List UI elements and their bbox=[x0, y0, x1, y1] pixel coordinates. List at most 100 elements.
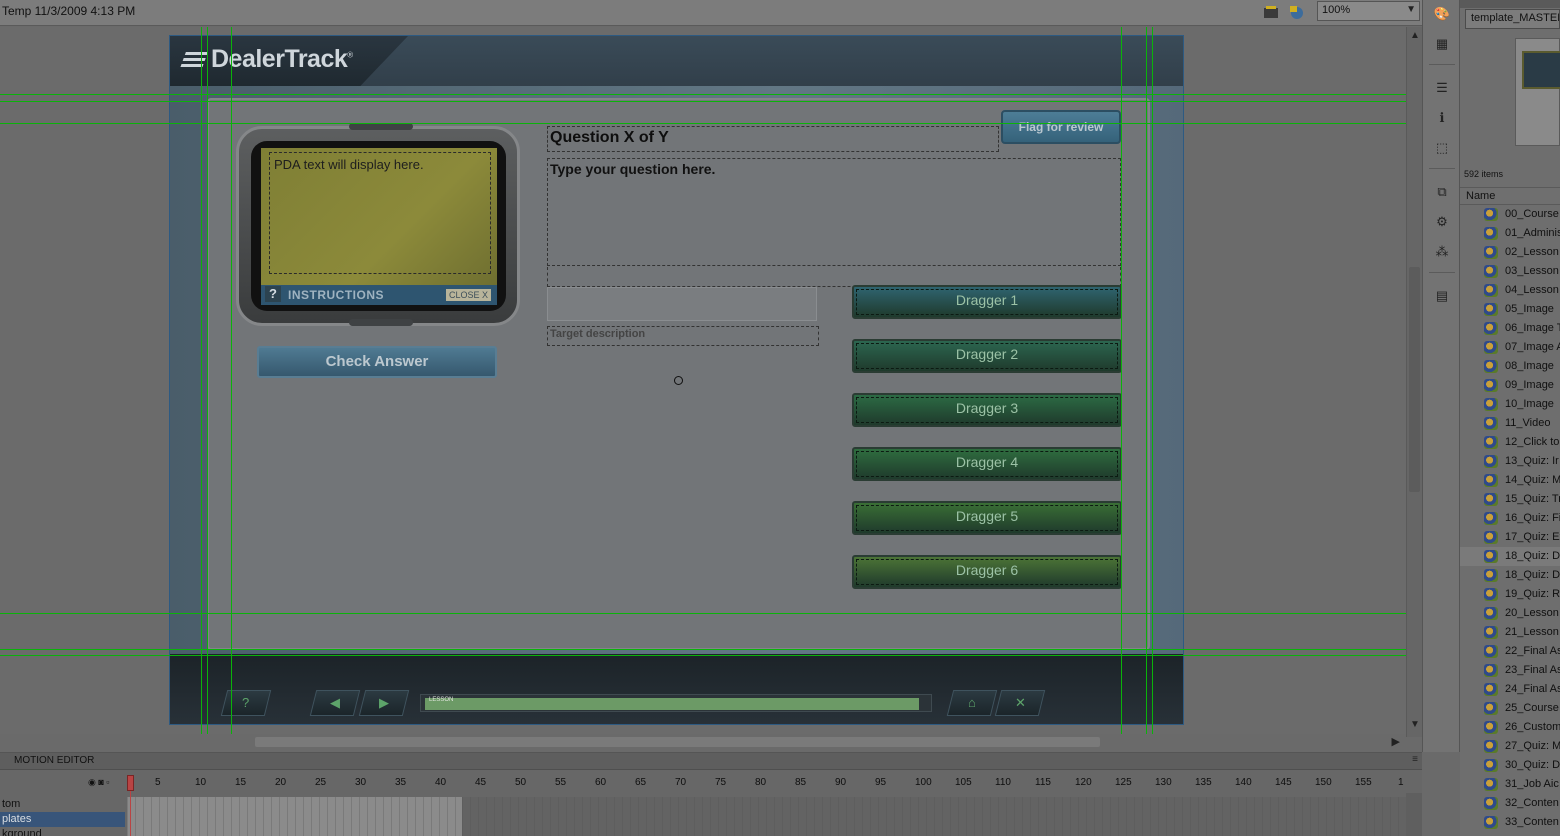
library-item-label: 18_Quiz: D bbox=[1505, 569, 1560, 581]
library-item[interactable]: 32_Conten bbox=[1460, 794, 1560, 813]
library-item[interactable]: 19_Quiz: R bbox=[1460, 585, 1560, 604]
scroll-down-icon[interactable]: ▼ bbox=[1410, 719, 1420, 730]
library-item[interactable]: 02_Lesson bbox=[1460, 243, 1560, 262]
library-item[interactable]: 04_Lesson bbox=[1460, 281, 1560, 300]
next-button[interactable]: ▶ bbox=[358, 690, 410, 716]
library-item[interactable]: 08_Image bbox=[1460, 357, 1560, 376]
library-item[interactable]: 33_Conten bbox=[1460, 813, 1560, 832]
dragger-5[interactable]: Dragger 5 bbox=[852, 501, 1122, 535]
guide-horizontal[interactable] bbox=[0, 94, 1406, 95]
guide-horizontal[interactable] bbox=[0, 655, 1406, 656]
zoom-select[interactable]: 100% ▼ bbox=[1317, 1, 1420, 21]
library-item[interactable]: 18_Quiz: D bbox=[1460, 547, 1560, 566]
library-item[interactable]: 26_Custom bbox=[1460, 718, 1560, 737]
layer-visibility-lock-icons[interactable]: ◉ ◙ ▫ bbox=[88, 777, 109, 788]
frame-ruler[interactable]: 1510152025303540455055606570758085909510… bbox=[125, 774, 1405, 794]
library-item-label: 32_Conten bbox=[1505, 797, 1559, 809]
library-panel-icon[interactable]: ▤ bbox=[1433, 288, 1451, 304]
scroll-thumb[interactable] bbox=[255, 737, 1100, 747]
library-item[interactable]: 25_Course bbox=[1460, 699, 1560, 718]
library-item[interactable]: 16_Quiz: Fi bbox=[1460, 509, 1560, 528]
drop-target[interactable] bbox=[547, 287, 817, 321]
library-item[interactable]: 27_Quiz: M bbox=[1460, 737, 1560, 756]
library-document-select[interactable]: template_MASTER bbox=[1465, 9, 1560, 29]
library-item[interactable]: 23_Final As bbox=[1460, 661, 1560, 680]
library-item[interactable]: 01_Adminis bbox=[1460, 224, 1560, 243]
library-item[interactable]: 11_Video bbox=[1460, 414, 1560, 433]
dragger-6[interactable]: Dragger 6 bbox=[852, 555, 1122, 589]
library-item[interactable]: 09_Image bbox=[1460, 376, 1560, 395]
swatches-grid-icon[interactable]: ▦ bbox=[1433, 36, 1451, 52]
guide-horizontal[interactable] bbox=[0, 649, 1406, 650]
library-item[interactable]: 17_Quiz: Ex bbox=[1460, 528, 1560, 547]
edit-scene-icon[interactable] bbox=[1262, 4, 1282, 20]
library-item[interactable]: 13_Quiz: Ir bbox=[1460, 452, 1560, 471]
library-item[interactable]: 22_Final As bbox=[1460, 642, 1560, 661]
pda-instructions-bar[interactable]: ? INSTRUCTIONS CLOSE X bbox=[261, 285, 497, 305]
dragger-1[interactable]: Dragger 1 bbox=[852, 285, 1122, 319]
align-icon[interactable]: ☰ bbox=[1433, 80, 1451, 96]
timeline-layer[interactable]: kground bbox=[0, 827, 125, 836]
library-item[interactable]: 10_Image bbox=[1460, 395, 1560, 414]
timeline-frames[interactable] bbox=[127, 797, 462, 836]
library-item[interactable]: 24_Final As bbox=[1460, 680, 1560, 699]
scroll-thumb[interactable] bbox=[1409, 267, 1420, 492]
library-column-name[interactable]: Name bbox=[1460, 187, 1560, 205]
dragger-4[interactable]: Dragger 4 bbox=[852, 447, 1122, 481]
help-button[interactable]: ? bbox=[220, 690, 272, 716]
home-button[interactable]: ⌂ bbox=[946, 690, 998, 716]
library-item[interactable]: 03_Lesson bbox=[1460, 262, 1560, 281]
guide-vertical[interactable] bbox=[1121, 27, 1122, 734]
info-icon[interactable]: ℹ bbox=[1433, 110, 1451, 126]
help-icon[interactable]: ? bbox=[265, 286, 281, 302]
guide-vertical[interactable] bbox=[207, 27, 208, 734]
back-button[interactable]: ◀ bbox=[309, 690, 361, 716]
timeline-layer[interactable]: plates bbox=[0, 812, 125, 827]
guide-horizontal[interactable] bbox=[0, 123, 1406, 124]
library-item[interactable]: 21_Lesson bbox=[1460, 623, 1560, 642]
timeline-scrollbar[interactable] bbox=[1406, 793, 1422, 836]
check-answer-button[interactable]: Check Answer bbox=[257, 346, 497, 378]
panel-menu-icon[interactable]: ≡ bbox=[1412, 754, 1418, 765]
playhead-handle[interactable] bbox=[127, 775, 134, 791]
stage-horizontal-scrollbar[interactable]: ▶ bbox=[0, 734, 1406, 750]
library-item[interactable]: 15_Quiz: Tr bbox=[1460, 490, 1560, 509]
library-item[interactable]: 12_Click to bbox=[1460, 433, 1560, 452]
pda-close-button[interactable]: CLOSE X bbox=[445, 289, 491, 301]
library-item[interactable]: 14_Quiz: M bbox=[1460, 471, 1560, 490]
library-item[interactable]: 31_Job Aic bbox=[1460, 775, 1560, 794]
playhead[interactable] bbox=[127, 775, 134, 836]
color-palette-icon[interactable]: 🎨 bbox=[1433, 6, 1451, 22]
actions-script-icon[interactable]: ⧉ bbox=[1433, 184, 1451, 200]
components-icon[interactable]: ⚙ bbox=[1433, 214, 1451, 230]
exit-button[interactable]: ✕ bbox=[994, 690, 1046, 716]
library-item[interactable]: 06_Image T bbox=[1460, 319, 1560, 338]
behaviors-icon[interactable]: ⁂ bbox=[1433, 244, 1451, 260]
dragger-2[interactable]: Dragger 2 bbox=[852, 339, 1122, 373]
guide-horizontal[interactable] bbox=[0, 101, 1406, 102]
instructions-label[interactable]: INSTRUCTIONS bbox=[288, 288, 384, 302]
edit-symbols-icon[interactable] bbox=[1288, 4, 1308, 20]
library-item[interactable]: 05_Image bbox=[1460, 300, 1560, 319]
library-item[interactable]: 07_Image A bbox=[1460, 338, 1560, 357]
dragger-3[interactable]: Dragger 3 bbox=[852, 393, 1122, 427]
frame-number: 70 bbox=[675, 777, 687, 788]
timeline-layer[interactable]: tom bbox=[0, 797, 125, 812]
library-item[interactable]: 00_Course bbox=[1460, 205, 1560, 224]
library-item[interactable]: 18_Quiz: D bbox=[1460, 566, 1560, 585]
scroll-up-icon[interactable]: ▲ bbox=[1410, 30, 1420, 41]
motion-editor-tab[interactable]: MOTION EDITOR ≡ bbox=[0, 753, 1422, 770]
stage-vertical-scrollbar[interactable]: ▲ ▼ bbox=[1406, 27, 1422, 737]
guide-vertical[interactable] bbox=[231, 27, 232, 734]
library-item[interactable]: 30_Quiz: D bbox=[1460, 756, 1560, 775]
guide-vertical[interactable] bbox=[1146, 27, 1147, 734]
guide-horizontal[interactable] bbox=[0, 613, 1406, 614]
guide-vertical[interactable] bbox=[1152, 27, 1153, 734]
library-item[interactable]: 20_Lesson bbox=[1460, 604, 1560, 623]
transform-icon[interactable]: ⬚ bbox=[1433, 140, 1451, 156]
timeline-empty-frames[interactable] bbox=[462, 797, 1406, 836]
scroll-right-icon[interactable]: ▶ bbox=[1392, 735, 1400, 748]
flag-for-review-button[interactable]: Flag for review bbox=[1001, 110, 1121, 144]
guide-vertical[interactable] bbox=[201, 27, 202, 734]
library-tabs[interactable] bbox=[1460, 0, 1560, 8]
